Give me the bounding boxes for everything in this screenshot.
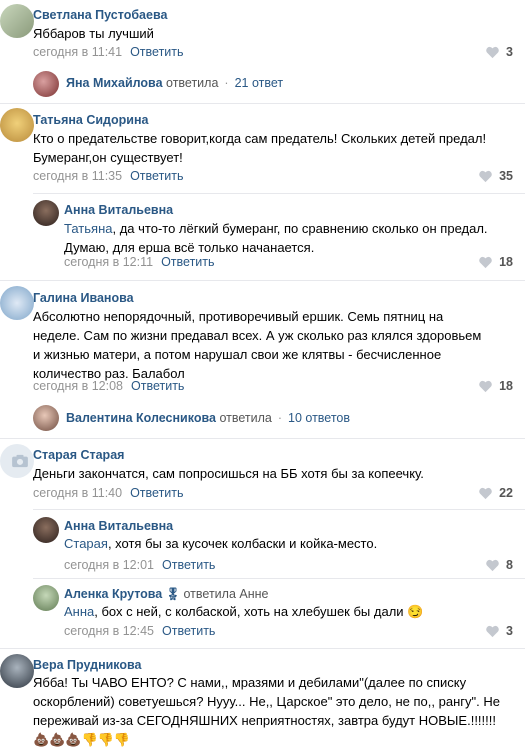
thread-action: ответила [219,411,272,425]
like-button[interactable]: 3 [485,624,513,638]
thread-count[interactable]: 21 ответ [235,76,284,90]
avatar[interactable] [0,4,34,38]
avatar[interactable] [33,585,59,611]
heart-icon [479,170,492,182]
comment-time[interactable]: сегодня в 11:35 [33,169,122,183]
like-count: 35 [499,169,513,183]
like-count: 8 [506,558,513,572]
divider [33,578,525,579]
comment-time[interactable]: сегодня в 11:40 [33,486,122,500]
replies-thread-link[interactable]: Валентина Колесникова ответила · 10 ответо… [66,411,350,425]
comment-author[interactable]: Татьяна Сидорина [33,113,148,127]
mention-link[interactable]: Татьяна [64,221,112,236]
comment-text: Татьяна, да что-то лёгкий бумеранг, по с… [64,221,488,255]
like-button[interactable]: 3 [485,45,513,59]
divider [33,193,525,194]
avatar[interactable] [33,405,59,431]
avatar[interactable] [33,71,59,97]
like-count: 18 [499,255,513,269]
reply-button[interactable]: Ответить [162,558,215,572]
comment-text: Яббаров ты лучший [33,26,154,41]
comment-time[interactable]: сегодня в 12:08 [33,379,123,393]
comment-author[interactable]: Светлана Пустобаева [33,8,167,22]
reply-button[interactable]: Ответить [130,486,183,500]
like-button[interactable]: 8 [485,558,513,572]
comment-author[interactable]: Аленка Крутова 🎖 ответила Анне [64,587,268,601]
comment-author[interactable]: Анна Витальевна [64,203,173,217]
camera-icon [12,454,28,468]
avatar[interactable] [0,286,34,320]
reply-button[interactable]: Ответить [130,169,183,183]
heart-icon [479,380,492,392]
avatar[interactable] [0,444,34,478]
divider [0,648,525,649]
comment-author[interactable]: Галина Иванова [33,291,134,305]
comment-meta: сегодня в 12:45 Ответить [64,624,215,638]
reply-button[interactable]: Ответить [161,255,214,269]
heart-icon [486,625,499,637]
like-count: 3 [506,45,513,59]
divider [33,509,525,510]
like-count: 3 [506,624,513,638]
comment-text: Деньги закончатся, сам попросишься на ББ… [33,466,424,481]
mention-link[interactable]: Анна [64,604,94,619]
comment-author[interactable]: Вера Прудникова [33,658,142,672]
comment-text: Ябба! Ты ЧАВО ЕНТО? С нами,, мразями и д… [33,675,500,747]
comments-feed: Светлана Пустобаева Яббаров ты лучший се… [0,0,525,747]
heart-icon [486,559,499,571]
comment-time[interactable]: сегодня в 11:41 [33,45,122,59]
comment-meta: сегодня в 12:01 Ответить [64,558,215,572]
comment-text: Абсолютно непорядочный, противоречивый е… [33,309,482,381]
reply-button[interactable]: Ответить [162,624,215,638]
like-count: 18 [499,379,513,393]
comment-meta: сегодня в 11:35 Ответить [33,169,184,183]
thread-author[interactable]: Валентина Колесникова [66,411,216,425]
comment-text: Старая, хотя бы за кусочек колбаски и ко… [64,536,378,551]
avatar[interactable] [33,517,59,543]
thread-count[interactable]: 10 ответов [288,411,350,425]
comment-author[interactable]: Анна Витальевна [64,519,173,533]
comment-meta: сегодня в 11:41 Ответить [33,45,184,59]
gift-badge-icon: 🎖 [165,587,181,601]
comment-meta: сегодня в 12:08 Ответить [33,379,184,393]
thread-author[interactable]: Яна Михайлова [66,76,163,90]
reply-button[interactable]: Ответить [130,45,183,59]
reply-target[interactable]: ответила Анне [184,587,269,601]
divider [0,103,525,104]
comment-meta: сегодня в 11:40 Ответить [33,486,184,500]
comment-time[interactable]: сегодня в 12:45 [64,624,154,638]
like-button[interactable]: 18 [478,255,513,269]
reply-button[interactable]: Ответить [131,379,184,393]
avatar[interactable] [0,654,34,688]
avatar[interactable] [33,200,59,226]
comment-text: Анна, бох с ней, с колбаской, хоть на хл… [64,604,424,619]
comment-time[interactable]: сегодня в 12:01 [64,558,154,572]
comment-author[interactable]: Старая Старая [33,448,124,462]
heart-icon [479,487,492,499]
replies-thread-link[interactable]: Яна Михайлова ответила · 21 ответ [66,76,283,90]
like-button[interactable]: 22 [478,486,513,500]
avatar[interactable] [0,108,34,142]
comment-text: Кто о предательстве говорит,когда сам пр… [33,131,487,165]
divider [0,280,525,281]
heart-icon [486,46,499,58]
divider [0,438,525,439]
heart-icon [479,256,492,268]
comment-time[interactable]: сегодня в 12:11 [64,255,153,269]
mention-link[interactable]: Старая [64,536,108,551]
comment-meta: сегодня в 12:11 Ответить [64,255,215,269]
thread-action: ответила [166,76,219,90]
like-button[interactable]: 18 [478,379,513,393]
like-button[interactable]: 35 [478,169,513,183]
like-count: 22 [499,486,513,500]
